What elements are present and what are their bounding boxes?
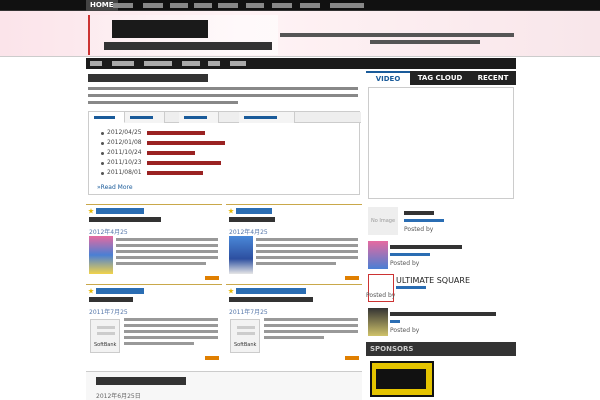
recent-item-title (404, 211, 434, 215)
nav-item[interactable] (246, 3, 264, 8)
post-card[interactable]: 2012年4月25 (86, 204, 222, 282)
intro-text (88, 101, 238, 104)
featured-post-meta: 2012年6月25日 (96, 393, 141, 400)
post-thumbnail[interactable] (368, 308, 388, 336)
sidebar: VIDEO TAG CLOUD RECENT No Image Posted b… (366, 71, 516, 400)
post-thumbnail[interactable] (368, 241, 388, 269)
sponsor-banner[interactable] (370, 361, 434, 397)
star-icon (88, 208, 94, 214)
post-title[interactable] (229, 297, 313, 302)
intro-heading (88, 74, 208, 82)
nav-item[interactable] (218, 3, 238, 8)
recent-item[interactable]: Posted by (366, 241, 516, 271)
category-nav (86, 58, 516, 69)
nav-item[interactable] (330, 3, 364, 8)
post-category[interactable] (96, 208, 144, 214)
recent-item-title (390, 312, 496, 316)
star-icon (228, 208, 234, 214)
news-tabs (89, 112, 361, 123)
category-item[interactable] (90, 61, 102, 66)
post-title[interactable] (229, 217, 275, 222)
nav-item[interactable] (300, 3, 320, 8)
tab-events[interactable] (125, 112, 165, 123)
read-more-link[interactable]: »Read More (97, 184, 133, 191)
intro-text (88, 87, 358, 90)
post-date: 2012年4月25 (89, 229, 128, 236)
nav-item[interactable] (194, 3, 212, 8)
site-tagline (280, 33, 514, 37)
nav-item[interactable] (113, 3, 133, 8)
post-card[interactable]: 2012年4月25 (226, 204, 362, 282)
category-item[interactable] (112, 61, 134, 66)
post-category[interactable] (236, 288, 306, 294)
sidebar-tabs: VIDEO TAG CLOUD RECENT (366, 71, 516, 85)
featured-post-title[interactable] (96, 377, 186, 385)
post-more-link[interactable] (345, 276, 359, 280)
nav-item[interactable] (143, 3, 163, 8)
post-more-link[interactable] (345, 356, 359, 360)
sponsors-heading: SPONSORS (366, 342, 516, 356)
post-thumbnail[interactable]: SoftBank (230, 319, 260, 353)
featured-post[interactable]: 2012年6月25日 (86, 371, 362, 400)
tab-tag-cloud[interactable]: TAG CLOUD (410, 71, 470, 85)
post-title[interactable] (89, 217, 161, 222)
recent-item-title (390, 245, 462, 249)
video-player[interactable] (368, 87, 514, 199)
star-icon (228, 288, 234, 294)
site-tagline (370, 40, 480, 44)
post-date: 2011年7月25 (229, 309, 268, 316)
page: HOME 2012/04/25 2012/01/08 2011/10/24 20… (0, 0, 600, 400)
category-item[interactable] (208, 61, 220, 66)
recent-item[interactable]: Posted by (366, 308, 516, 338)
tab-recent[interactable]: RECENT (470, 71, 516, 85)
post-thumbnail[interactable] (89, 236, 113, 274)
post-date: 2012年4月25 (229, 229, 268, 236)
post-card[interactable]: 2011年7月25 SoftBank (86, 284, 222, 362)
tab-shops[interactable] (179, 112, 219, 123)
post-category[interactable] (96, 288, 144, 294)
recent-item[interactable]: No Image Posted by (366, 207, 516, 237)
post-title[interactable] (89, 297, 133, 302)
category-item[interactable] (230, 61, 246, 66)
recent-item[interactable]: ULTIMATE SQUARE Posted by (366, 274, 516, 304)
intro-text (88, 94, 358, 97)
post-card[interactable]: 2011年7月25 SoftBank (226, 284, 362, 362)
tab-video[interactable]: VIDEO (366, 71, 410, 85)
site-header (0, 11, 600, 57)
post-more-link[interactable] (205, 276, 219, 280)
site-logo[interactable] (88, 15, 278, 55)
category-item[interactable] (182, 61, 200, 66)
post-thumbnail[interactable]: SoftBank (90, 319, 120, 353)
post-category[interactable] (236, 208, 272, 214)
recent-item-title: ULTIMATE SQUARE (396, 276, 471, 285)
news-tab-box: 2012/04/25 2012/01/08 2011/10/24 2011/10… (88, 111, 361, 195)
tab-other[interactable] (239, 112, 295, 123)
post-date: 2011年7月25 (89, 309, 128, 316)
post-more-link[interactable] (205, 356, 219, 360)
category-item[interactable] (144, 61, 172, 66)
star-icon (88, 288, 94, 294)
main-content: 2012/04/25 2012/01/08 2011/10/24 2011/10… (86, 71, 362, 400)
post-thumbnail[interactable] (229, 236, 253, 274)
top-nav: HOME (0, 0, 600, 11)
tab-news[interactable] (89, 112, 125, 123)
nav-item[interactable] (170, 3, 188, 8)
nav-item[interactable] (272, 3, 292, 8)
post-thumbnail[interactable]: No Image (368, 207, 398, 235)
